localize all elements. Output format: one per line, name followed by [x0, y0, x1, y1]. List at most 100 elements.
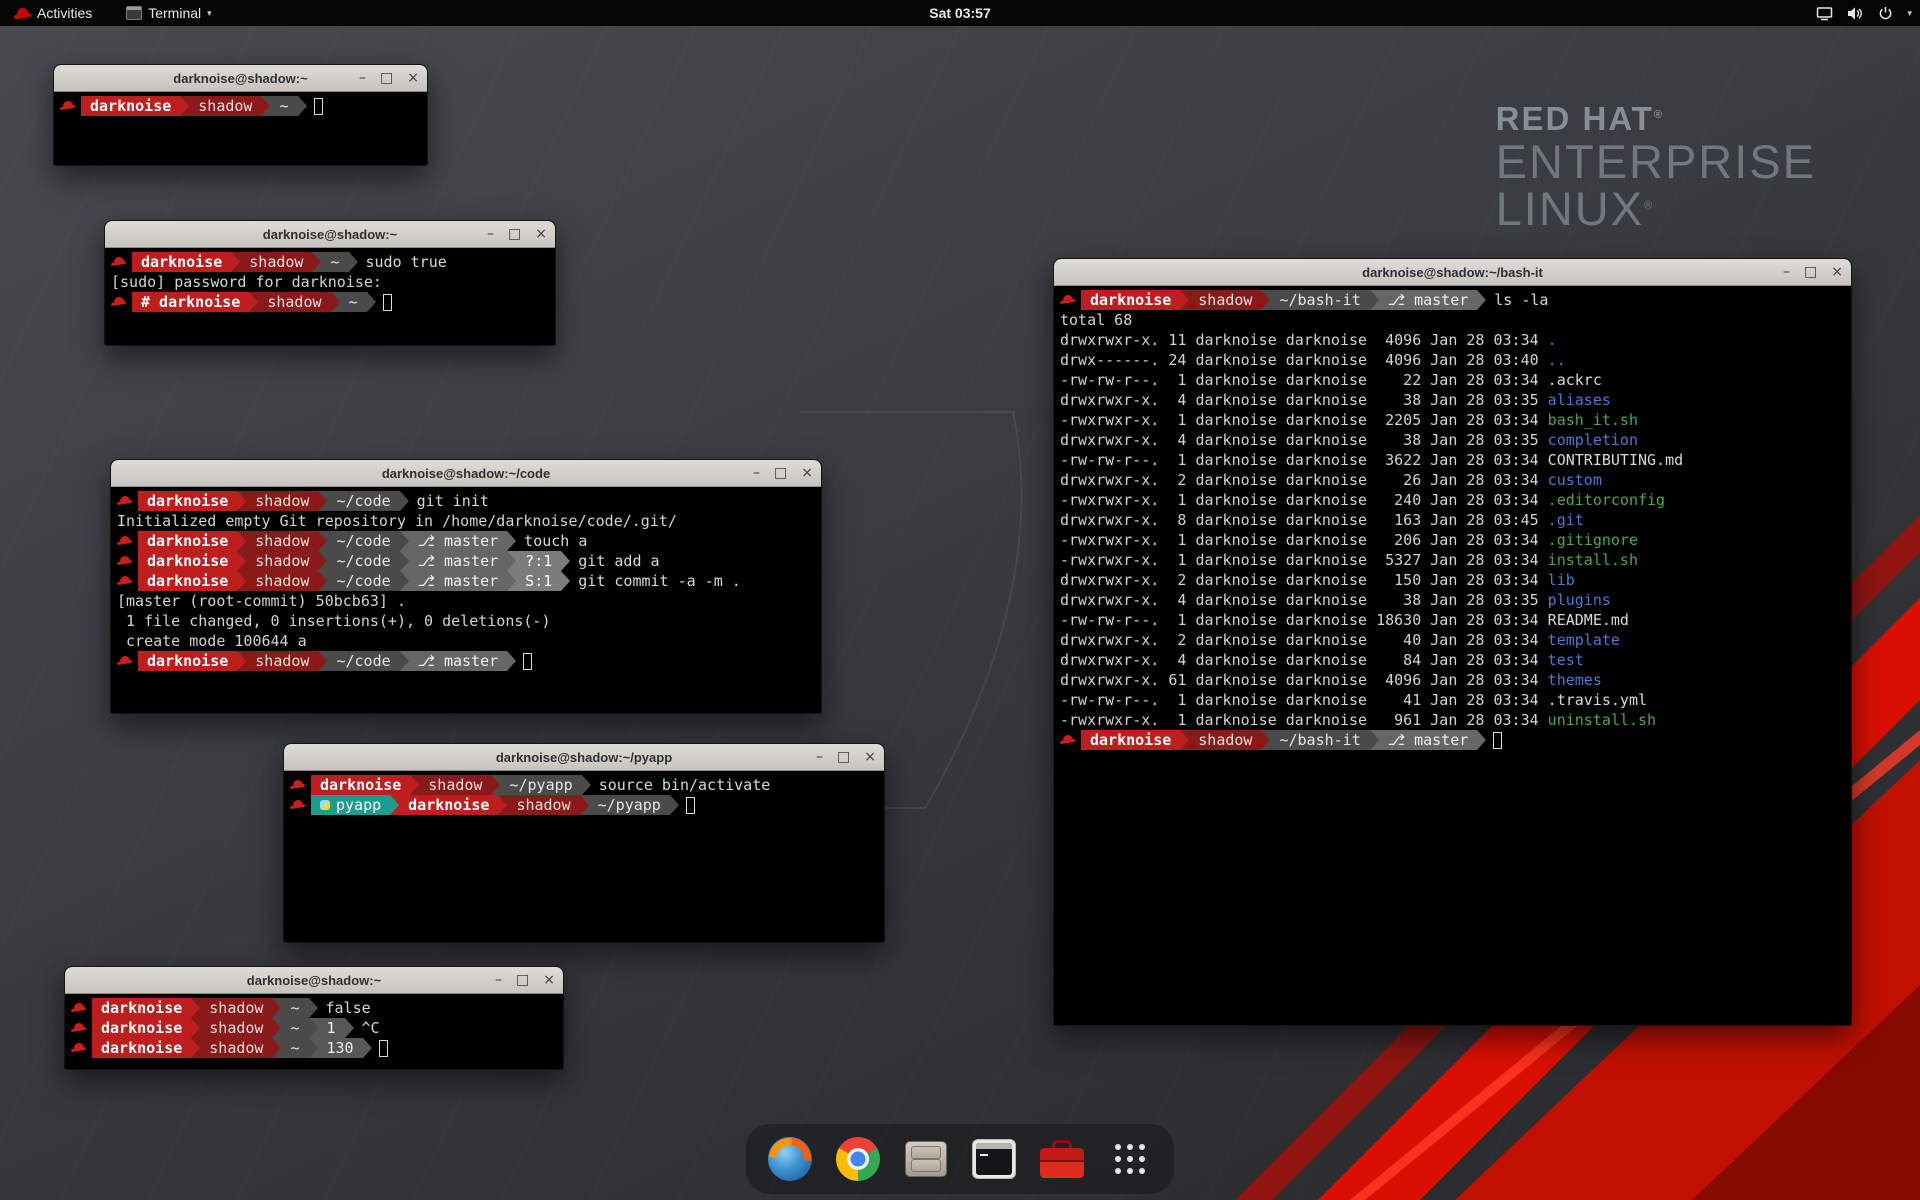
window-controls: –□ × — [359, 65, 419, 92]
window-title: darknoise@shadow:~/bash-it — [1054, 265, 1851, 280]
command-text: false — [318, 999, 371, 1017]
prompt-segment-host: shadow — [240, 252, 312, 272]
prompt-segment-path: ~/pyapp — [500, 775, 581, 795]
minimize-button[interactable]: – — [487, 221, 494, 248]
terminal-body[interactable]: darknoiseshadow~/pyappsource bin/activat… — [284, 771, 884, 942]
maximize-button[interactable]: □ — [380, 65, 393, 92]
app-menu-terminal[interactable]: Terminal ▾ — [120, 0, 217, 26]
file-name: . — [1548, 331, 1557, 349]
minimize-button[interactable]: – — [753, 460, 760, 487]
powerline-separator-icon — [331, 292, 340, 312]
close-button[interactable]: × — [1831, 259, 1843, 286]
minimize-button[interactable]: – — [495, 967, 502, 994]
powerline-separator-icon — [400, 531, 409, 551]
dock-toolbox[interactable] — [1036, 1133, 1088, 1185]
terminal-window[interactable]: darknoise@shadow:~–□×darknoiseshadow~fal… — [64, 966, 564, 1070]
powerline-separator-icon — [272, 1018, 281, 1038]
close-button[interactable]: × — [864, 744, 876, 771]
terminal-line: drwxrwxr-x. 11 darknoise darknoise 4096 … — [1060, 330, 1845, 350]
powerline-separator-icon — [272, 1038, 281, 1058]
volume-icon[interactable] — [1847, 6, 1864, 21]
firefox-icon — [768, 1137, 812, 1181]
command-text: git commit -a -m . — [570, 572, 741, 590]
prompt-segment-path: ~/code — [327, 531, 399, 551]
terminal-line: drwxrwxr-x. 8 darknoise darknoise 163 Ja… — [1060, 510, 1845, 530]
prompt-segment-code: 130 — [318, 1038, 363, 1058]
dock-terminal[interactable] — [968, 1133, 1020, 1185]
minimize-button[interactable]: – — [1783, 259, 1790, 286]
maximize-button[interactable]: □ — [1804, 259, 1817, 286]
powerline-separator-icon — [261, 96, 270, 116]
titlebar[interactable]: darknoise@shadow:~–□× — [105, 221, 555, 248]
redhat-prompt-icon — [117, 572, 134, 590]
titlebar[interactable]: darknoise@shadow:~/pyapp–□× — [284, 744, 884, 771]
powerline-separator-icon — [231, 252, 240, 272]
python-icon — [320, 800, 330, 810]
titlebar[interactable]: darknoise@shadow:~–□× — [54, 65, 427, 92]
prompt-segment-venv: pyapp — [311, 795, 390, 815]
dock-firefox[interactable] — [764, 1133, 816, 1185]
terminal-body[interactable]: darknoiseshadow~sudo true[sudo] password… — [105, 248, 555, 345]
clock[interactable]: Sat 03:57 — [929, 5, 990, 21]
powerline-separator-icon — [507, 551, 516, 571]
power-icon[interactable] — [1878, 6, 1893, 21]
close-button[interactable]: × — [535, 221, 547, 248]
file-name: .. — [1548, 351, 1566, 369]
minimize-button[interactable]: – — [816, 744, 823, 771]
terminal-line: pyappdarknoiseshadow~/pyapp — [290, 795, 878, 815]
desktop[interactable]: RED HAT® ENTERPRISE LINUX® darknoise@sha… — [0, 0, 1920, 1200]
prompt-segment-git: ⎇ master — [1379, 730, 1478, 750]
terminal-line: 1 file changed, 0 insertions(+), 0 delet… — [117, 611, 815, 631]
file-name: bash_it.sh — [1548, 411, 1638, 429]
powerline-separator-icon — [318, 651, 327, 671]
window-title: darknoise@shadow:~/code — [111, 466, 821, 481]
terminal-line: drwx------. 24 darknoise darknoise 4096 … — [1060, 350, 1845, 370]
close-button[interactable]: × — [543, 967, 555, 994]
prompt-segment-user: darknoise — [138, 531, 237, 551]
brand-line-enterprise: ENTERPRISE — [1496, 138, 1816, 185]
prompt-segment-host: shadow — [246, 551, 318, 571]
terminal-body[interactable]: darknoiseshadow~falsedarknoiseshadow~1^C… — [65, 994, 563, 1069]
terminal-window[interactable]: darknoise@shadow:~/code–□ × darknoise shado… — [110, 459, 822, 714]
close-button[interactable]: × — [407, 65, 419, 92]
ls-line-prefix: -rwxrwxr-x. 1 darknoise darknoise 2205 J… — [1060, 411, 1548, 429]
ls-line-prefix: -rwxrwxr-x. 1 darknoise darknoise 206 Ja… — [1060, 531, 1548, 549]
terminal-line: darknoiseshadow~false — [71, 998, 557, 1018]
terminal-window[interactable]: darknoise@shadow:~/pyapp–□×darknoiseshad… — [283, 743, 885, 943]
titlebar[interactable]: darknoise@shadow:~–□× — [65, 967, 563, 994]
chevron-down-icon[interactable]: ▾ — [1907, 8, 1912, 19]
terminal-window[interactable]: darknoise@shadow:~–□×darknoiseshadow~ — [53, 64, 428, 166]
prompt-segment-host: shadow — [258, 292, 330, 312]
powerline-separator-icon — [1477, 290, 1486, 310]
maximize-button[interactable]: □ — [508, 221, 521, 248]
dock-chrome[interactable] — [832, 1133, 884, 1185]
titlebar[interactable]: darknoise@shadow:~/bash-it–□ × — [1054, 259, 1851, 286]
close-button[interactable]: × — [801, 460, 813, 487]
terminal-body[interactable]: darknoiseshadow~/bash-it⎇ masterls -lato… — [1054, 286, 1851, 1025]
dock-files[interactable] — [900, 1133, 952, 1185]
redhat-prompt-icon — [117, 532, 134, 550]
maximize-button[interactable]: □ — [516, 967, 529, 994]
minimize-button[interactable]: – — [359, 65, 366, 92]
prompt-segment-user: darknoise — [92, 998, 191, 1018]
terminal-window[interactable]: darknoise@shadow:~–□×darknoiseshadow~sud… — [104, 220, 556, 346]
terminal-body[interactable]: darknoiseshadow~ — [54, 92, 427, 165]
activities-button[interactable]: Activities — [8, 0, 98, 26]
terminal-body[interactable]: darknoiseshadow~/codegit initInitialized… — [111, 487, 821, 713]
powerline-separator-icon — [390, 795, 399, 815]
display-icon[interactable] — [1816, 6, 1833, 21]
titlebar[interactable]: darknoise@shadow:~/code–□ × — [111, 460, 821, 487]
ls-line-prefix: -rw-rw-r--. 1 darknoise darknoise 41 Jan… — [1060, 691, 1548, 709]
maximize-button[interactable]: □ — [837, 744, 850, 771]
terminal-line: -rwxrwxr-x. 1 darknoise darknoise 240 Ja… — [1060, 490, 1845, 510]
registered-mark: ® — [1654, 109, 1664, 121]
terminal-line: -rw-rw-r--. 1 darknoise darknoise 22 Jan… — [1060, 370, 1845, 390]
terminal-cursor — [383, 294, 392, 311]
dock-show-applications[interactable] — [1104, 1133, 1156, 1185]
terminal-window[interactable]: darknoise@shadow:~/bash-it–□ ×darknoisesh… — [1053, 258, 1852, 1026]
maximize-button[interactable]: □ — [774, 460, 787, 487]
chrome-icon — [836, 1137, 880, 1181]
apps-grid-icon — [1115, 1144, 1145, 1174]
window-controls: –□ × — [753, 460, 813, 487]
top-bar: Activities Terminal ▾ Sat 03:57 ▾ — [0, 0, 1920, 26]
